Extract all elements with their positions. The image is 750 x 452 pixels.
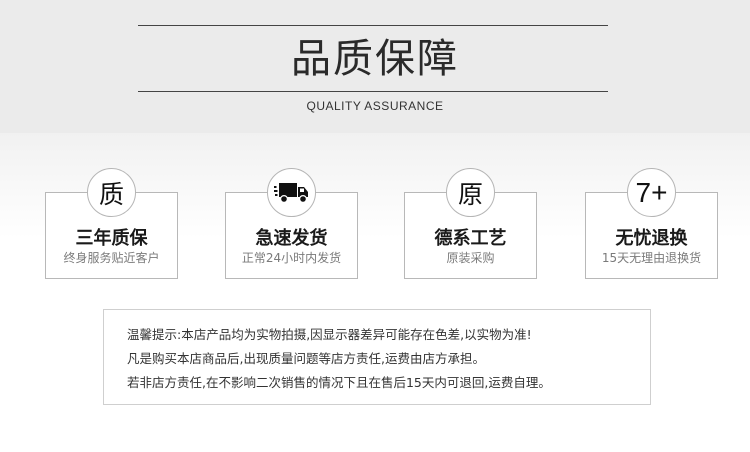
notice-box: 温馨提示:本店产品均为实物拍摄,因显示器差异可能存在色差,以实物为准! 凡是购买… — [103, 309, 651, 405]
page-subtitle: QUALITY ASSURANCE — [306, 99, 444, 113]
feature-card-returns: 7+ 无忧退换 15天无理由退换货 — [585, 168, 718, 279]
feature-desc: 正常24小时内发货 — [241, 251, 342, 265]
feature-name: 急速发货 — [255, 228, 328, 249]
page-title: 品质保障 — [291, 36, 459, 82]
feature-name: 无忧退换 — [615, 228, 688, 249]
feature-glyph: 质 — [98, 179, 124, 209]
bottom-divider — [138, 91, 608, 92]
top-divider — [138, 25, 608, 26]
notice-line: 若非店方责任,在不影响二次销售的情况下且在售后15天内可退回,运费自理。 — [127, 375, 551, 390]
feature-card-craft: 原 德系工艺 原装采购 — [404, 168, 537, 279]
feature-card-warranty: 质 三年质保 终身服务贴近客户 — [45, 168, 178, 279]
feature-card-shipping: 急速发货 正常24小时内发货 — [225, 168, 358, 279]
feature-glyph: 原 — [457, 179, 483, 209]
feature-desc: 15天无理由退换货 — [601, 251, 702, 265]
header-band: 品质保障 QUALITY ASSURANCE — [0, 0, 750, 133]
feature-desc: 终身服务贴近客户 — [63, 251, 160, 265]
feature-name: 三年质保 — [75, 228, 148, 249]
truck-icon — [273, 182, 308, 203]
notice-line: 温馨提示:本店产品均为实物拍摄,因显示器差异可能存在色差,以实物为准! — [127, 327, 532, 342]
quality-character-icon: 质 — [87, 168, 136, 217]
feature-glyph: 7+ — [635, 176, 668, 208]
seven-plus-icon: 7+ — [627, 168, 676, 217]
delivery-truck-icon — [267, 168, 316, 217]
original-character-icon: 原 — [446, 168, 495, 217]
feature-name: 德系工艺 — [434, 228, 507, 249]
notice-line: 凡是购买本店商品后,出现质量问题等店方责任,运费由店方承担。 — [127, 351, 485, 366]
feature-desc: 原装采购 — [446, 251, 495, 265]
